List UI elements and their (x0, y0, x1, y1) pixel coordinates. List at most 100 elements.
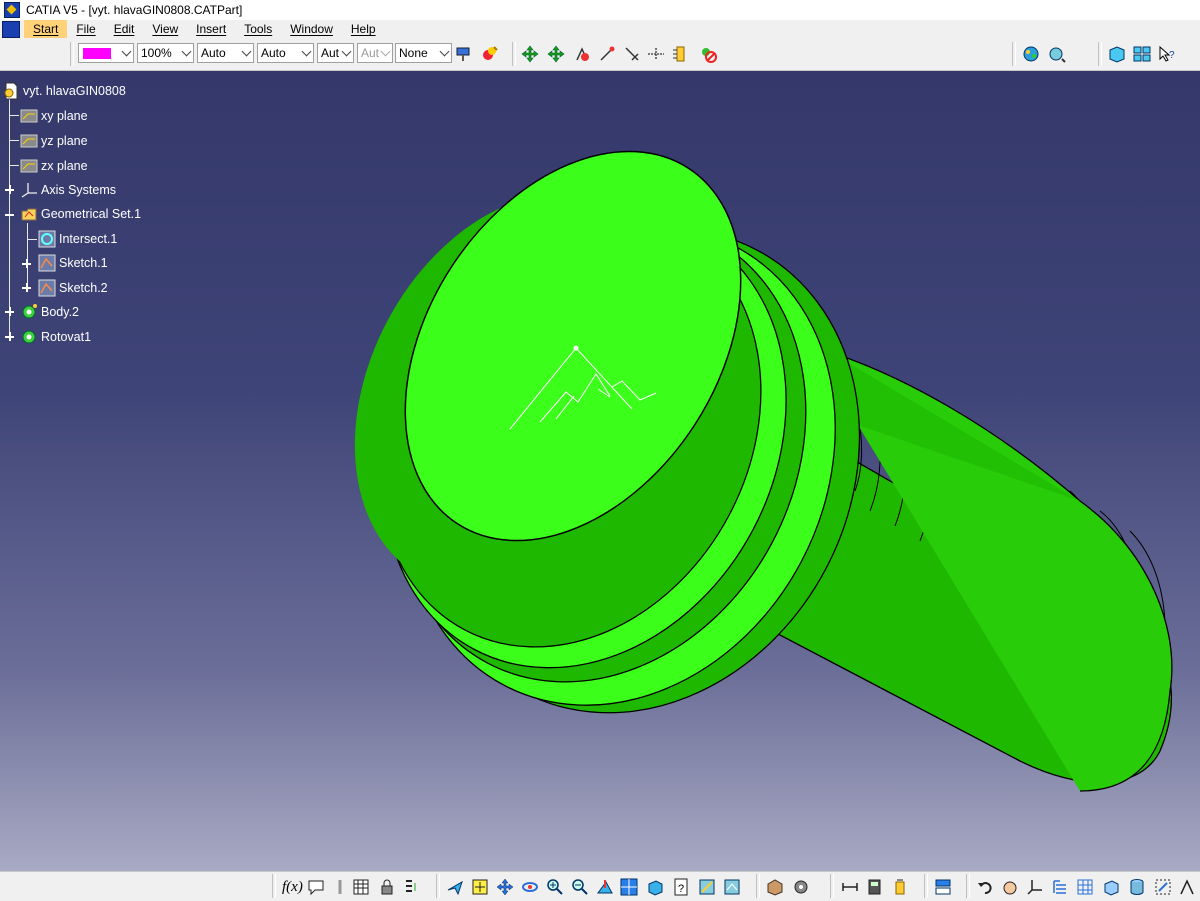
menu-insert[interactable]: Insert (187, 20, 235, 38)
pin-icon[interactable] (331, 878, 349, 896)
apply-material-icon[interactable] (766, 878, 784, 896)
cylinder-icon[interactable] (1128, 878, 1146, 896)
rotate-icon[interactable] (521, 878, 539, 896)
knowledge-icon[interactable] (1022, 45, 1040, 63)
collapse-icon[interactable] (5, 210, 14, 219)
tree-item-zx-plane[interactable]: zx plane (20, 156, 88, 176)
pan-icon[interactable] (521, 45, 539, 63)
toolbar-grip[interactable] (436, 874, 440, 898)
axis-icon[interactable] (1026, 878, 1044, 896)
toolbar-grip[interactable] (272, 874, 276, 898)
catia-logo-icon[interactable] (2, 20, 20, 38)
tree-item-intersect[interactable]: Intersect.1 (38, 229, 117, 249)
fly-mode-icon[interactable] (446, 878, 464, 896)
measure-inertia-icon[interactable] (891, 878, 909, 896)
corner-view-icon[interactable] (1178, 878, 1196, 896)
menu-edit[interactable]: Edit (105, 20, 144, 38)
cube-icon[interactable] (1102, 878, 1120, 896)
hand-icon[interactable] (1001, 878, 1019, 896)
rendering-style-combo: Aut (357, 43, 393, 63)
point-icon[interactable] (598, 45, 616, 63)
pan-icon[interactable] (496, 878, 514, 896)
zoom-out-icon[interactable] (571, 878, 589, 896)
measure-item-icon[interactable] (866, 878, 884, 896)
comment-icon[interactable] (307, 878, 325, 896)
catia-logo-icon (4, 2, 20, 18)
shading-icon[interactable] (698, 878, 716, 896)
expand-icon[interactable] (5, 332, 14, 341)
multi-view-icon[interactable] (620, 878, 638, 896)
tree-item-rotovat1[interactable]: Rotovat1 (20, 327, 91, 347)
toolbar-grip[interactable] (966, 874, 970, 898)
toolbar-grip[interactable] (70, 42, 74, 66)
painter-icon[interactable] (455, 45, 473, 63)
geometrical-set-icon (21, 208, 37, 221)
tree-item-body-2[interactable]: Body.2 (20, 302, 79, 322)
expand-icon[interactable] (22, 259, 31, 268)
tree-item-label: Body.2 (41, 305, 79, 319)
view-icon[interactable] (1108, 45, 1126, 63)
tree-item-sketch-2[interactable]: Sketch.2 (38, 278, 108, 298)
swap-visible-space-icon[interactable] (934, 878, 952, 896)
tree-item-sketch-1[interactable]: Sketch.1 (38, 253, 108, 273)
table-icon[interactable] (352, 878, 370, 896)
intersect-icon (38, 230, 56, 248)
zoom-in-icon[interactable] (546, 878, 564, 896)
fit-all-in-icon[interactable] (471, 878, 489, 896)
toolbar-grip[interactable] (1098, 42, 1102, 66)
toolbar-grip[interactable] (924, 874, 928, 898)
gear-icon[interactable] (792, 878, 810, 896)
tree-root[interactable]: vyt. hlavaGIN0808 (2, 81, 126, 101)
menu-window[interactable]: Window (281, 20, 342, 38)
multi-view-icon[interactable] (1133, 45, 1151, 63)
plane-tool-icon[interactable] (647, 45, 665, 63)
undo-icon[interactable] (976, 878, 994, 896)
menu-tools[interactable]: Tools (235, 20, 281, 38)
chevron-down-icon (181, 46, 192, 57)
lock-icon[interactable] (378, 878, 396, 896)
toolbar-grip[interactable] (830, 874, 834, 898)
tree-item-geometrical-set[interactable]: Geometrical Set.1 (20, 204, 141, 224)
quick-view-icon[interactable]: ? (672, 878, 690, 896)
menu-help[interactable]: Help (342, 20, 385, 38)
measure-between-icon[interactable] (841, 878, 859, 896)
iso-view-icon[interactable] (646, 878, 664, 896)
no-show-icon[interactable] (699, 45, 717, 63)
toolbar-grip[interactable] (756, 874, 760, 898)
measure-icon[interactable] (672, 45, 690, 63)
tree-item-xy-plane[interactable]: xy plane (20, 106, 88, 126)
list-icon[interactable] (403, 878, 421, 896)
grid-icon[interactable] (1076, 878, 1094, 896)
tree-item-axis-systems[interactable]: Axis Systems (20, 180, 116, 200)
transparency-combo[interactable]: 100% (137, 43, 194, 63)
toolbar-grip[interactable] (512, 42, 516, 66)
formula-button[interactable]: f(x) (282, 879, 303, 896)
menu-file[interactable]: File (67, 20, 104, 38)
whats-this-help-icon[interactable]: ? (1158, 45, 1176, 63)
layer-combo[interactable]: None (395, 43, 452, 63)
graphic-properties-icon[interactable] (480, 45, 498, 63)
hide-show-icon[interactable] (723, 878, 741, 896)
menu-start[interactable]: Start (24, 20, 68, 38)
normal-view-icon[interactable] (596, 878, 614, 896)
plane-icon (20, 109, 38, 123)
fit-all-icon[interactable] (547, 45, 565, 63)
expand-icon[interactable] (5, 307, 14, 316)
3d-viewport[interactable]: vyt. hlavaGIN0808 xy plane yz plane zx p… (0, 71, 1200, 871)
expand-icon[interactable] (22, 283, 31, 292)
specification-tree[interactable]: vyt. hlavaGIN0808 xy plane yz plane zx p… (0, 71, 320, 371)
toolbar-grip[interactable] (1012, 42, 1016, 66)
part-document-icon (4, 82, 18, 100)
line-thickness-combo[interactable]: Auto (197, 43, 254, 63)
hide-show-icon[interactable] (573, 45, 591, 63)
compass-icon[interactable] (1154, 878, 1172, 896)
tree-item-yz-plane[interactable]: yz plane (20, 131, 88, 151)
point-symbol-combo[interactable]: Aut (317, 43, 354, 63)
line-icon[interactable] (623, 45, 641, 63)
color-combo[interactable] (78, 43, 134, 63)
line-type-combo[interactable]: Auto (257, 43, 314, 63)
menu-view[interactable]: View (143, 20, 187, 38)
catalog-icon[interactable] (1048, 45, 1066, 63)
tree-icon[interactable] (1051, 878, 1069, 896)
expand-icon[interactable] (5, 185, 14, 194)
